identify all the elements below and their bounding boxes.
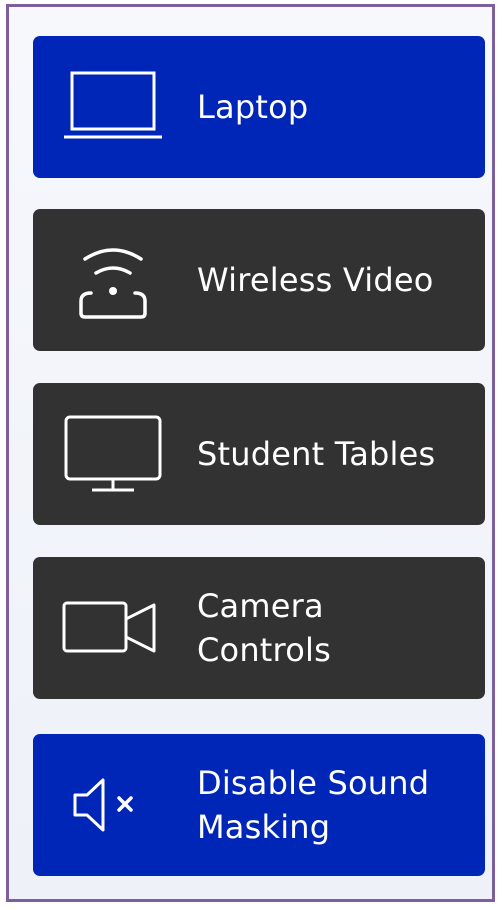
- monitor-icon: [33, 383, 193, 525]
- wireless-video-button[interactable]: Wireless Video: [33, 209, 485, 351]
- camera-controls-label: Camera Controls: [197, 587, 331, 669]
- camera-controls-button[interactable]: Camera Controls: [33, 557, 485, 699]
- laptop-button[interactable]: Laptop: [33, 36, 485, 178]
- disable-sound-masking-label: Disable Sound Masking: [197, 764, 430, 846]
- wireless-video-label: Wireless Video: [197, 261, 434, 299]
- source-selection-panel: Laptop Wireless Video Student Tables Cam…: [6, 4, 495, 902]
- laptop-icon: [33, 36, 193, 178]
- camera-icon: [33, 557, 193, 699]
- disable-sound-masking-button[interactable]: Disable Sound Masking: [33, 734, 485, 876]
- wireless-video-icon: [33, 209, 193, 351]
- student-tables-label: Student Tables: [197, 435, 436, 473]
- laptop-label: Laptop: [197, 88, 309, 126]
- student-tables-button[interactable]: Student Tables: [33, 383, 485, 525]
- speaker-mute-icon: [33, 734, 193, 876]
